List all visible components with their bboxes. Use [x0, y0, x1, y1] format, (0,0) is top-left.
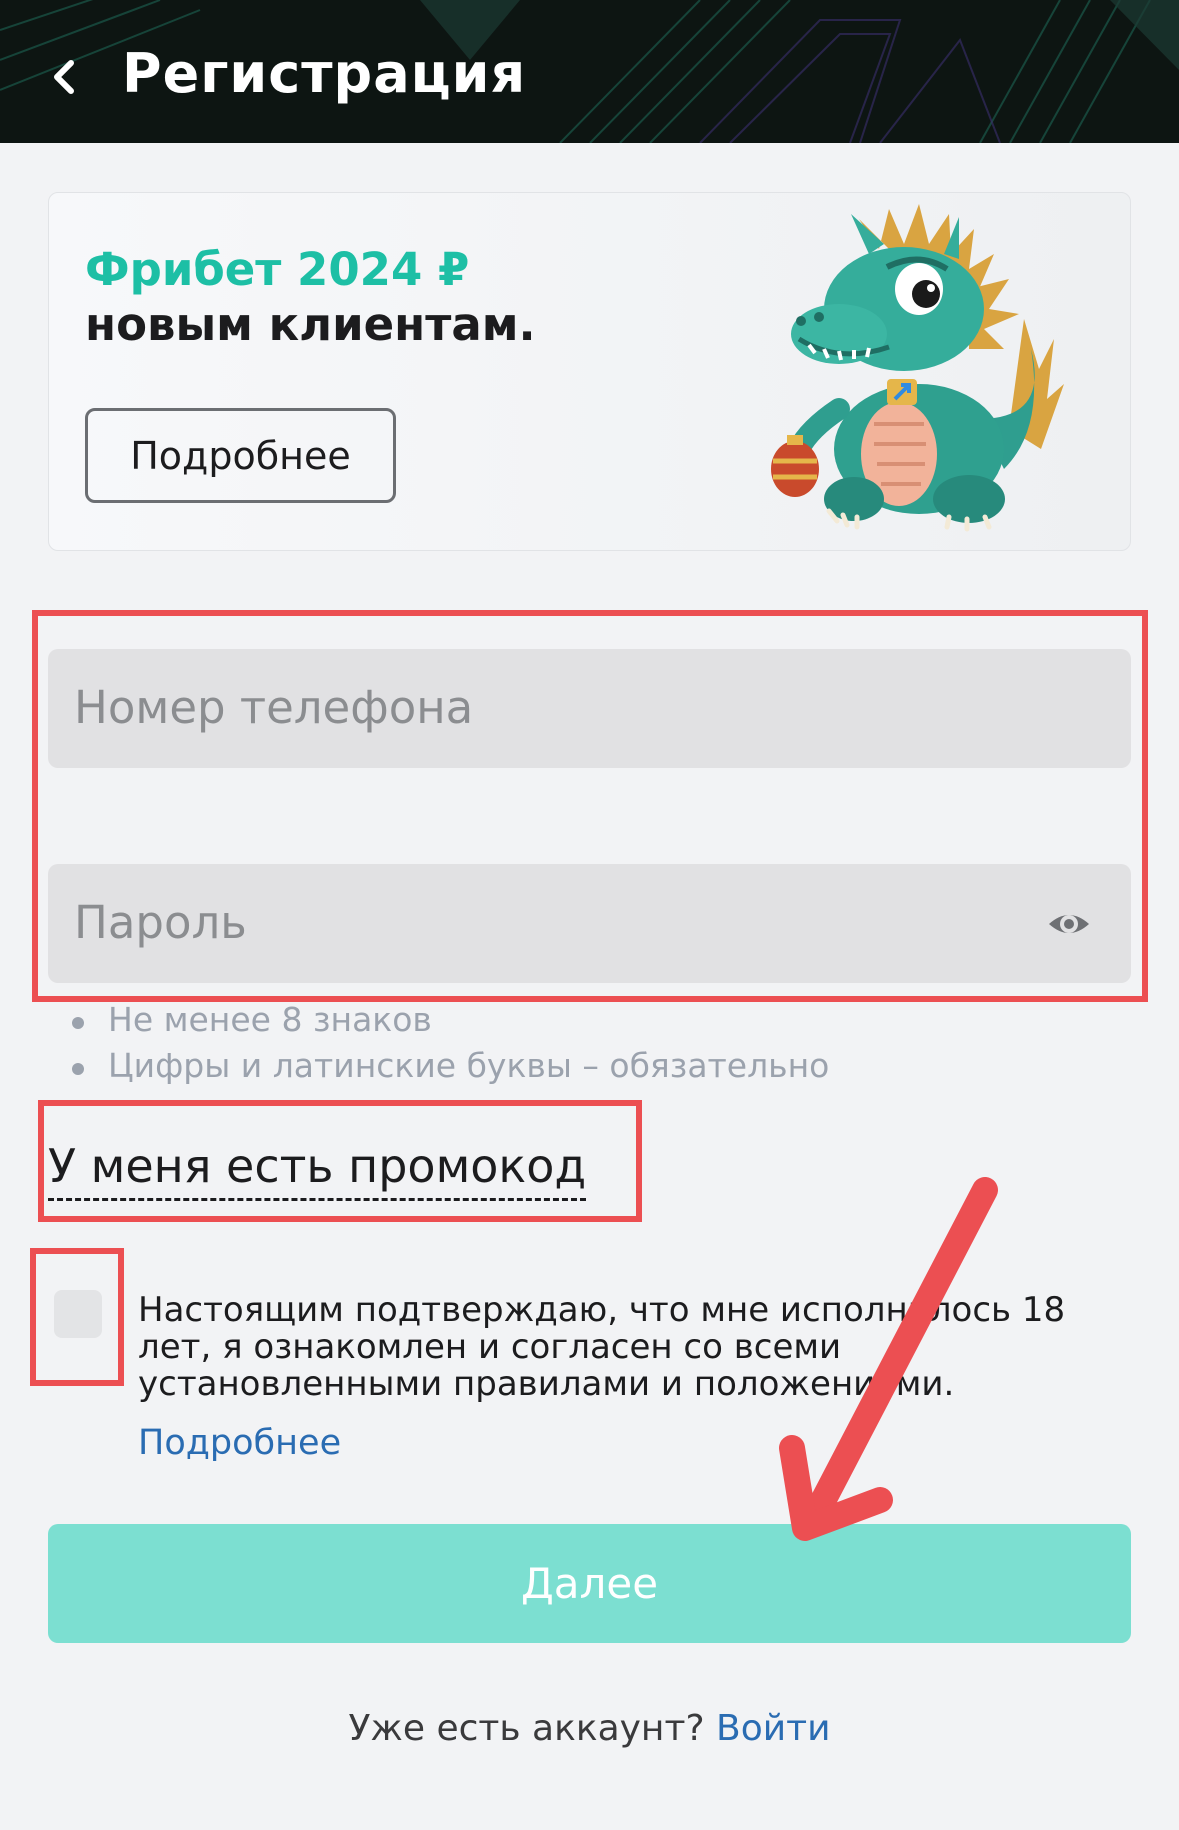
page-title: Регистрация — [122, 42, 527, 105]
consent-text: Настоящим подтверждаю, что мне исполнило… — [138, 1290, 1066, 1404]
promo-freebet-amount: Фрибет 2024 ₽ — [85, 243, 470, 296]
promo-subtitle: новым клиентам. — [85, 298, 536, 351]
hint-charset: Цифры и латинские буквы – обязательно — [70, 1046, 829, 1092]
consent-details-link[interactable]: Подробнее — [138, 1423, 341, 1463]
login-link[interactable]: Войти — [716, 1708, 831, 1749]
app-header: Регистрация — [0, 0, 1179, 143]
password-field[interactable]: Пароль — [48, 864, 1131, 983]
eye-icon[interactable] — [1047, 902, 1091, 946]
promo-details-button[interactable]: Подробнее — [85, 408, 396, 503]
login-question: Уже есть аккаунт? — [348, 1708, 716, 1749]
next-button[interactable]: Далее — [48, 1524, 1131, 1643]
consent-checkbox[interactable] — [54, 1290, 102, 1338]
phone-field[interactable]: Номер телефона — [48, 649, 1131, 768]
chevron-left-icon — [54, 60, 74, 94]
password-requirements: Не менее 8 знаков Цифры и латинские букв… — [70, 1000, 829, 1092]
phone-placeholder: Номер телефона — [74, 681, 474, 734]
password-placeholder: Пароль — [74, 896, 247, 949]
back-button[interactable] — [36, 44, 92, 110]
promocode-toggle[interactable]: У меня есть промокод — [48, 1138, 587, 1201]
login-prompt: Уже есть аккаунт? Войти — [0, 1708, 1179, 1749]
hint-min-length: Не менее 8 знаков — [70, 1000, 829, 1046]
promo-banner: Фрибет 2024 ₽ новым клиентам. Подробнее — [48, 192, 1131, 551]
dragon-mascot-image — [771, 204, 1064, 532]
